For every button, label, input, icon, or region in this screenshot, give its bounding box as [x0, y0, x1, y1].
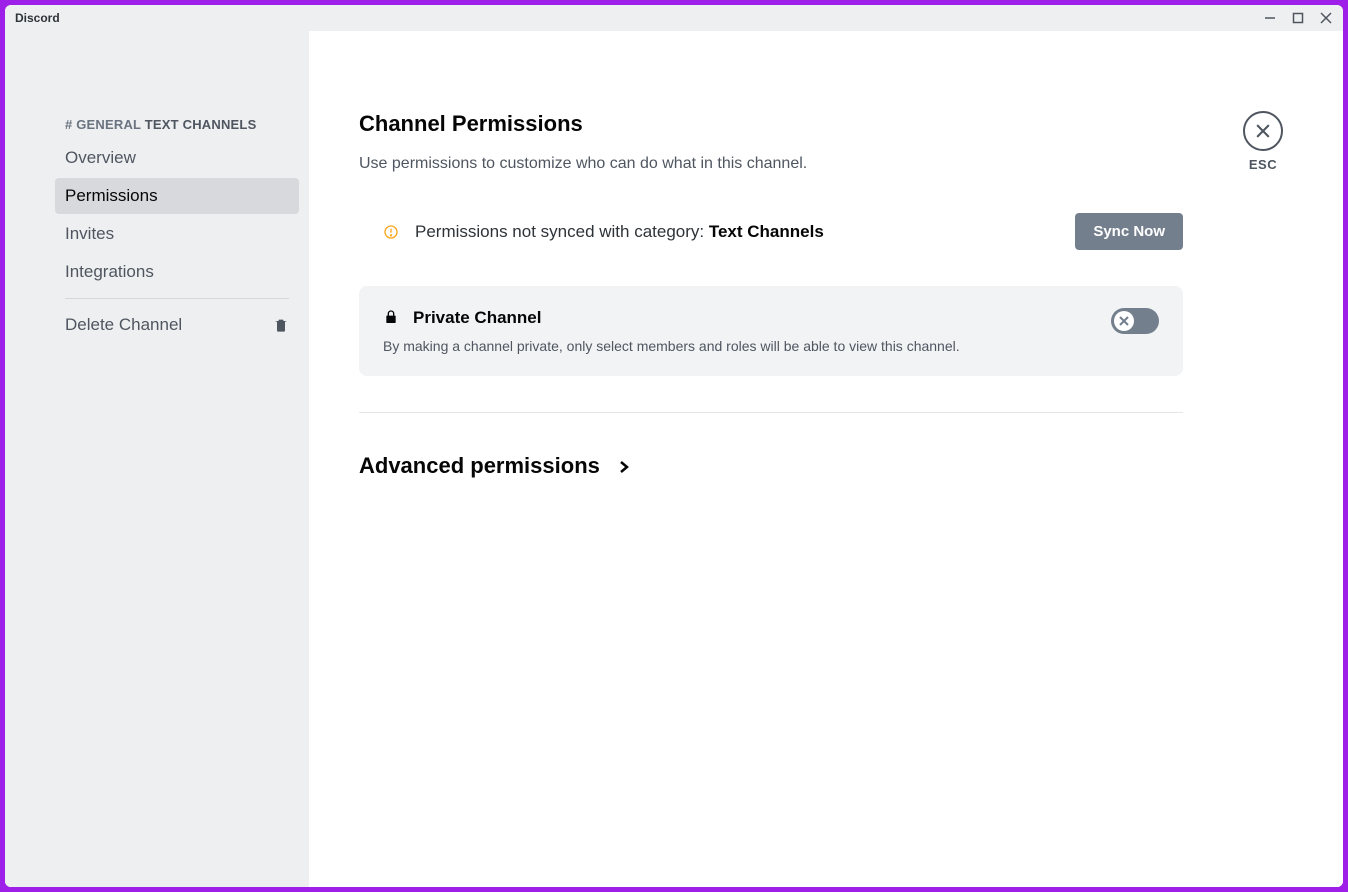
- sidebar-item-invites[interactable]: Invites: [55, 216, 299, 252]
- sidebar-item-permissions[interactable]: Permissions: [55, 178, 299, 214]
- titlebar: Discord: [5, 5, 1343, 31]
- sidebar-item-label: Overview: [65, 148, 136, 168]
- advanced-permissions-button[interactable]: Advanced permissions: [359, 453, 1293, 479]
- sidebar-item-label: Permissions: [65, 186, 158, 206]
- window-controls: [1263, 11, 1333, 25]
- settings-sidebar: # GENERAL TEXT CHANNELS Overview Permiss…: [5, 31, 309, 887]
- private-channel-toggle[interactable]: [1111, 308, 1159, 334]
- private-channel-title: Private Channel: [413, 308, 542, 328]
- content-layout: # GENERAL TEXT CHANNELS Overview Permiss…: [5, 31, 1343, 887]
- app-window: Discord # GENERAL TEXT CHANNELS Overview: [5, 5, 1343, 887]
- sync-text: Permissions not synced with category: Te…: [415, 222, 824, 242]
- channel-hash-icon: # GENERAL: [65, 117, 141, 132]
- private-channel-description: By making a channel private, only select…: [383, 338, 1111, 354]
- section-divider: [359, 412, 1183, 413]
- toggle-off-icon: [1118, 315, 1130, 327]
- sidebar-header-suffix: TEXT CHANNELS: [145, 117, 257, 132]
- esc-label: ESC: [1243, 157, 1283, 172]
- private-card-left: Private Channel By making a channel priv…: [383, 308, 1111, 354]
- close-icon: [1253, 121, 1273, 141]
- lock-icon: [383, 309, 399, 327]
- sync-notice: Permissions not synced with category: Te…: [359, 213, 1183, 250]
- sync-notice-left: Permissions not synced with category: Te…: [383, 222, 824, 242]
- sidebar-item-delete-channel[interactable]: Delete Channel: [55, 307, 299, 343]
- close-settings: ESC: [1243, 111, 1283, 172]
- sidebar-item-label: Invites: [65, 224, 114, 244]
- close-icon[interactable]: [1319, 11, 1333, 25]
- chevron-right-icon: [618, 460, 630, 472]
- sidebar-item-label: Delete Channel: [65, 315, 182, 335]
- warning-icon: [383, 224, 399, 240]
- sidebar-item-integrations[interactable]: Integrations: [55, 254, 299, 290]
- sidebar-separator: [65, 298, 289, 299]
- app-title: Discord: [15, 11, 60, 25]
- close-button[interactable]: [1243, 111, 1283, 151]
- trash-icon: [273, 317, 289, 333]
- sidebar-item-label: Integrations: [65, 262, 154, 282]
- page-title: Channel Permissions: [359, 111, 1293, 137]
- advanced-permissions-title: Advanced permissions: [359, 453, 600, 479]
- page-subtitle: Use permissions to customize who can do …: [359, 155, 1293, 173]
- private-channel-card: Private Channel By making a channel priv…: [359, 286, 1183, 376]
- sync-text-prefix: Permissions not synced with category:: [415, 222, 709, 241]
- main-content: ESC Channel Permissions Use permissions …: [309, 31, 1333, 887]
- sync-now-button[interactable]: Sync Now: [1075, 213, 1183, 250]
- sidebar-header: # GENERAL TEXT CHANNELS: [55, 111, 299, 138]
- maximize-icon[interactable]: [1291, 11, 1305, 25]
- private-title-row: Private Channel: [383, 308, 1111, 328]
- toggle-knob: [1114, 311, 1134, 331]
- scrollbar[interactable]: [1333, 31, 1343, 887]
- minimize-icon[interactable]: [1263, 11, 1277, 25]
- sync-category-name: Text Channels: [709, 222, 824, 241]
- sidebar-item-overview[interactable]: Overview: [55, 140, 299, 176]
